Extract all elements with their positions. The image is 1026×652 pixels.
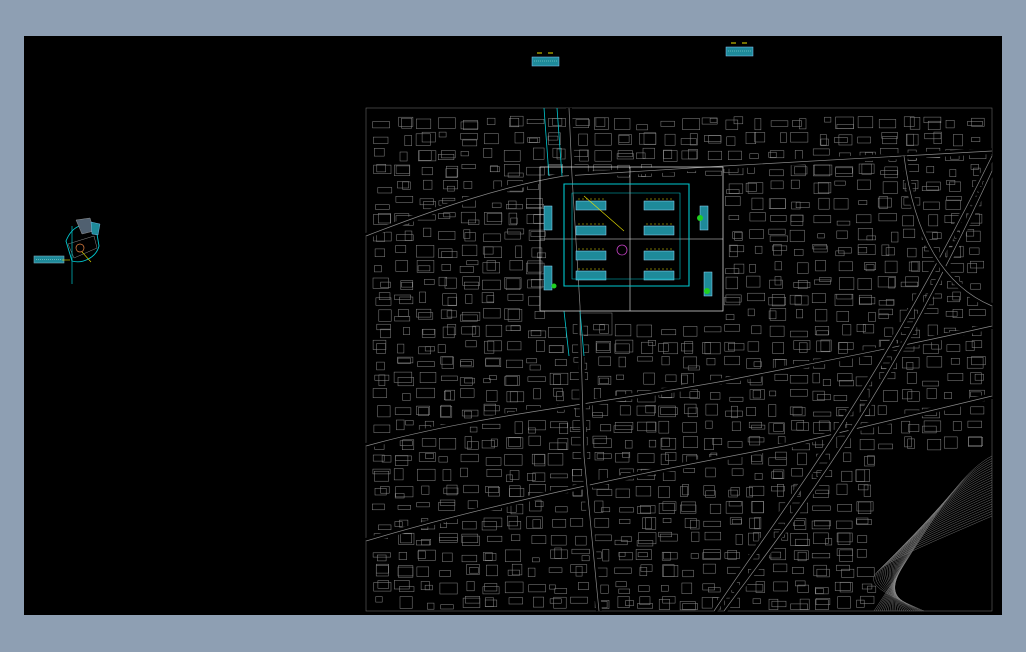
elevation-block-right[interactable] xyxy=(725,42,754,57)
cad-model-space[interactable] xyxy=(24,36,1002,615)
cad-drawing-canvas xyxy=(33,42,995,613)
elevation-block-left[interactable] xyxy=(531,52,560,67)
site-key-plan[interactable] xyxy=(33,217,101,284)
